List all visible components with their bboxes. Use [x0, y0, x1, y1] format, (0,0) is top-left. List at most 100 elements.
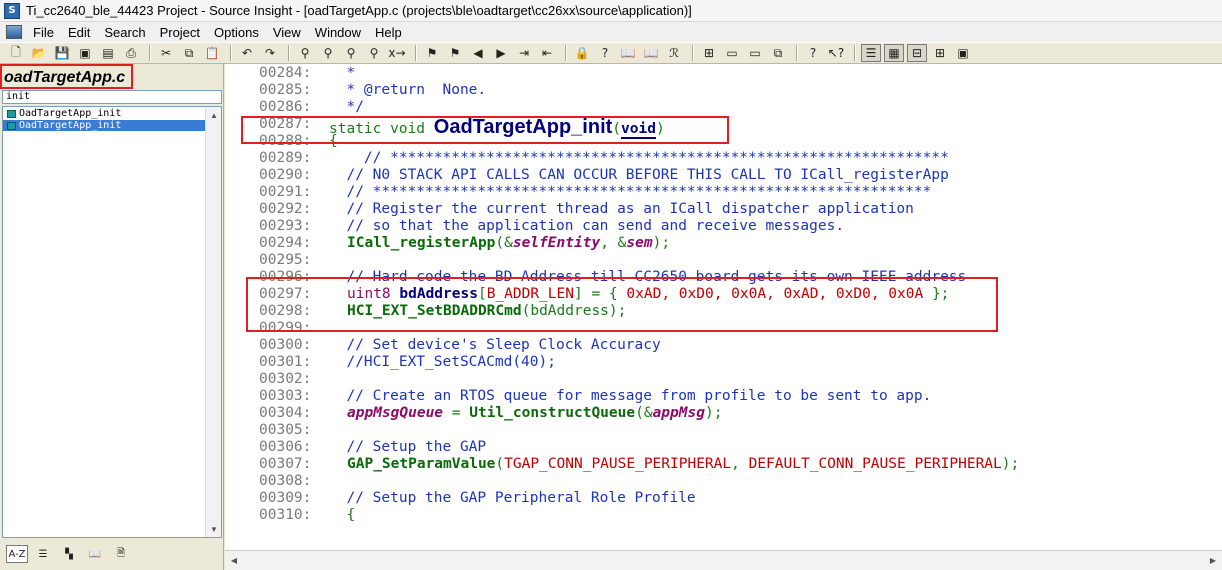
line-number: 00307: [259, 456, 312, 472]
replace-icon[interactable]: x→ [387, 44, 407, 62]
search-project-icon[interactable]: ⚲ [364, 44, 384, 62]
print-icon[interactable]: ⎙ [121, 44, 141, 62]
clip-window-icon[interactable]: ▣ [953, 44, 973, 62]
toolbar-separator [415, 45, 417, 61]
code-area[interactable]: 00284: * 00285: * @return None. 00286: */ 0… [225, 64, 1222, 550]
bookmark-next-icon[interactable]: ⚑ [445, 44, 465, 62]
properties-icon[interactable]: 🗎 [110, 545, 132, 563]
scroll-left-arrow-icon[interactable]: ◀ [227, 553, 241, 567]
code-text: // *************************************… [329, 184, 932, 200]
relation-icon[interactable]: ℛ [664, 44, 684, 62]
tile-icon[interactable]: ⊞ [699, 44, 719, 62]
source-insight-app-icon: S [4, 2, 20, 19]
code-text: // Setup the GAP [329, 439, 487, 455]
find-icon[interactable]: ⚲ [295, 44, 315, 62]
cut-icon[interactable]: ✂ [156, 44, 176, 62]
code-token: (& [635, 405, 653, 421]
menu-bar: File Edit Search Project Options View Wi… [0, 22, 1222, 42]
cascade-icon[interactable]: ⧉ [768, 44, 788, 62]
reference-icon[interactable]: 📖 [618, 44, 638, 62]
close-file-icon[interactable]: ▤ [98, 44, 118, 62]
menu-options[interactable]: Options [207, 25, 266, 40]
code-token: (bdAddress); [521, 303, 627, 319]
code-token: ] = { [574, 286, 627, 302]
scroll-right-arrow-icon[interactable]: ▶ [1206, 553, 1220, 567]
code-token: ); [1001, 456, 1020, 472]
line-number: 00296: [259, 269, 312, 285]
save-icon[interactable]: 💾 [52, 44, 72, 62]
undo-icon[interactable]: ↶ [237, 44, 257, 62]
symbol-window-icon[interactable]: ☰ [861, 44, 881, 62]
list-view-icon[interactable]: ☰ [32, 545, 54, 563]
code-text: // Hard code the BD Address till CC2650 … [329, 269, 967, 285]
toolbar-separator [288, 45, 290, 61]
sort-alphabetical-icon[interactable]: A-Z [6, 545, 28, 563]
browse-book-icon[interactable]: 📖 [84, 545, 106, 563]
symbol-list-scrollbar[interactable]: ▲ ▼ [205, 107, 221, 537]
code-token: 0xAD, 0xD0, 0x0A, 0xAD, 0xD0, 0x0A [626, 286, 924, 302]
toolbar-separator [796, 45, 798, 61]
find-prev-icon[interactable]: ⚲ [341, 44, 361, 62]
context-window-icon[interactable]: ▦ [884, 44, 904, 62]
save-all-icon[interactable]: ▣ [75, 44, 95, 62]
code-editor[interactable]: 00284: * 00285: * @return None. 00286: */ 0… [225, 64, 1222, 550]
code-token: TGAP_CONN_PAUSE_PERIPHERAL [504, 456, 732, 472]
tile-horizontal-icon[interactable]: ▭ [722, 44, 742, 62]
find-next-icon[interactable]: ⚲ [318, 44, 338, 62]
help-icon[interactable]: ? [803, 44, 823, 62]
menu-window[interactable]: Window [308, 25, 368, 40]
function-icon [7, 109, 16, 118]
lock-icon[interactable]: 🔒 [572, 44, 592, 62]
horizontal-scrollbar[interactable]: ◀ ▶ [225, 550, 1222, 570]
line-number: 00303: [259, 388, 312, 404]
new-file-icon[interactable]: 🗋 [6, 44, 26, 62]
code-token: = [443, 405, 470, 421]
symbol-list-item-selected[interactable]: OadTargetApp_init [3, 120, 206, 131]
line-number: 00292: [259, 201, 312, 217]
line-number: 00288: [259, 133, 312, 149]
tile-vertical-icon[interactable]: ▭ [745, 44, 765, 62]
toolbar-separator [565, 45, 567, 61]
line-number: 00287: [259, 116, 312, 132]
menu-view[interactable]: View [266, 25, 308, 40]
code-token: ( [612, 121, 622, 137]
relation-window-icon[interactable]: ⊟ [907, 44, 927, 62]
jump-icon[interactable]: ⇤ [537, 44, 557, 62]
document-menu-icon[interactable] [6, 25, 22, 39]
bookmark-icon[interactable]: ⚑ [422, 44, 442, 62]
code-token: }; [923, 286, 950, 302]
context-help-icon[interactable]: ↖? [826, 44, 846, 62]
menu-project[interactable]: Project [153, 25, 207, 40]
paste-icon[interactable]: 📋 [202, 44, 222, 62]
context-icon[interactable]: 📖 [641, 44, 661, 62]
scroll-up-arrow-icon[interactable]: ▲ [206, 107, 222, 123]
menu-edit[interactable]: Edit [61, 25, 97, 40]
function-icon [7, 121, 16, 130]
menu-help[interactable]: Help [368, 25, 409, 40]
code-text: // Setup the GAP Peripheral Role Profile [329, 490, 696, 506]
toolbar: 🗋 📂 💾 ▣ ▤ ⎙ ✂ ⧉ 📋 ↶ ↷ ⚲ ⚲ ⚲ ⚲ x→ ⚑ ⚑ ◀ ▶… [0, 42, 1222, 64]
back-arrow-icon[interactable]: ◀ [468, 44, 488, 62]
code-text: // *************************************… [329, 150, 949, 166]
project-window-icon[interactable]: ⊞ [930, 44, 950, 62]
go-to-line-icon[interactable]: ⇥ [514, 44, 534, 62]
symbol-types-icon[interactable]: ▚ [58, 545, 80, 563]
line-number: 00304: [259, 405, 312, 421]
symbol-filter-input[interactable]: init [2, 90, 222, 104]
copy-icon[interactable]: ⧉ [179, 44, 199, 62]
redo-icon[interactable]: ↷ [260, 44, 280, 62]
browse-icon[interactable]: ? [595, 44, 615, 62]
code-text: appMsgQueue = Util_constructQueue(&appMs… [347, 405, 722, 422]
code-text: * [329, 65, 356, 81]
symbol-list-item[interactable]: OadTargetApp_init [3, 108, 206, 119]
menu-file[interactable]: File [26, 25, 61, 40]
toolbar-separator [230, 45, 232, 61]
code-token: ) [655, 121, 665, 137]
open-folder-icon[interactable]: 📂 [29, 44, 49, 62]
scroll-down-arrow-icon[interactable]: ▼ [206, 521, 222, 537]
menu-search[interactable]: Search [97, 25, 152, 40]
code-text: * @return None. [329, 82, 487, 98]
line-number: 00290: [259, 167, 312, 183]
forward-arrow-icon[interactable]: ▶ [491, 44, 511, 62]
code-token: OadTargetApp_init [433, 116, 613, 138]
